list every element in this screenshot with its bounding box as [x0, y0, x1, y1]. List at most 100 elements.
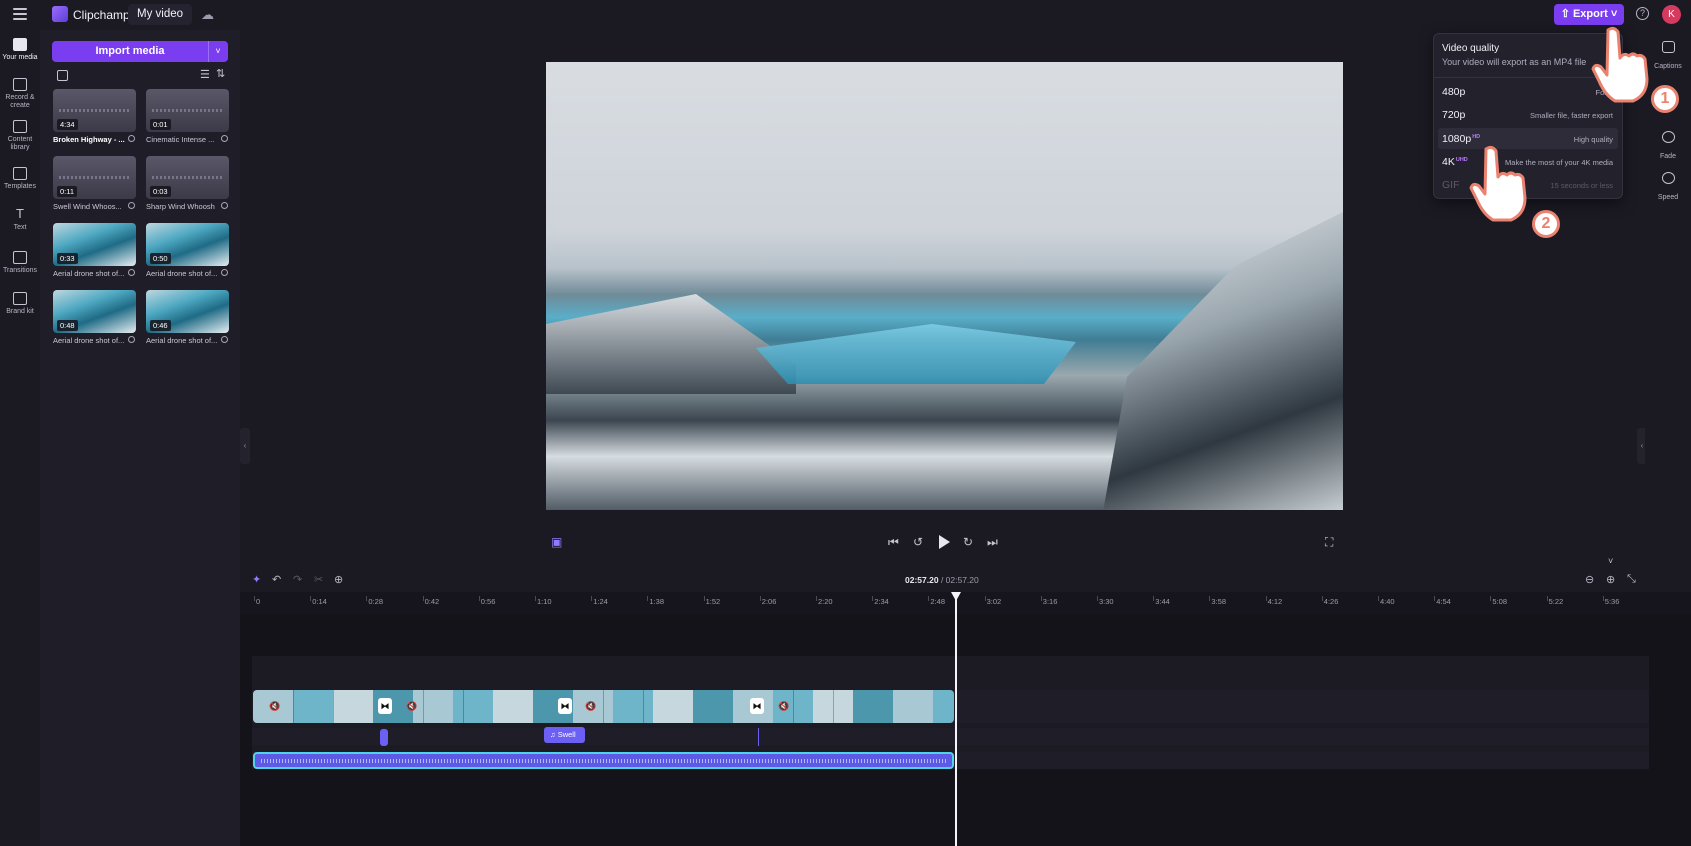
- media-item[interactable]: 0:48 Aerial drone shot of...: [53, 290, 136, 345]
- media-item[interactable]: 0:03 Sharp Wind Whoosh: [146, 156, 229, 211]
- ruler-tick: 0:56: [478, 596, 496, 606]
- playhead[interactable]: [955, 592, 957, 846]
- select-all-checkbox[interactable]: [57, 70, 68, 81]
- camera-icon: [13, 78, 27, 91]
- transition-icon[interactable]: ⧓: [378, 698, 392, 714]
- timeline-ruler[interactable]: 0 0:14 0:28 0:42 0:56 1:10 1:24 1:38 1:52 2:06 2:2…: [240, 592, 1691, 614]
- rail-item-label: Fade: [1660, 153, 1676, 160]
- help-icon[interactable]: ?: [1636, 7, 1649, 20]
- ruler-tick: 1:38: [647, 596, 664, 606]
- media-select-checkbox[interactable]: [128, 269, 135, 276]
- media-name: Swell Wind Whoos...: [53, 202, 122, 211]
- sound-effect-clip[interactable]: ♫ Swell: [544, 727, 585, 743]
- ruler-tick: 1:24: [591, 596, 608, 606]
- export-label: Export: [1572, 8, 1608, 20]
- audio-clip[interactable]: [253, 752, 954, 769]
- media-select-checkbox[interactable]: [128, 135, 135, 142]
- media-item[interactable]: 0:46 Aerial drone shot of...: [146, 290, 229, 345]
- preview-scenery: [756, 324, 1076, 384]
- media-item[interactable]: 0:50 Aerial drone shot of...: [146, 223, 229, 278]
- media-item[interactable]: 0:33 Aerial drone shot of...: [53, 223, 136, 278]
- sound-effect-clip[interactable]: [758, 728, 759, 746]
- rail-item-record-create[interactable]: Record & create: [0, 78, 40, 110]
- rail-item-content-library[interactable]: Content library: [0, 120, 40, 152]
- magic-icon[interactable]: ✦: [252, 573, 261, 586]
- top-bar: Clipchamp My video ☁ ⇧ Export ˅ ? K: [0, 0, 1691, 30]
- media-item[interactable]: 0:01 Cinematic Intense ...: [146, 89, 229, 144]
- rail-item-label: Speed: [1657, 194, 1679, 201]
- transition-icon[interactable]: ⧓: [558, 698, 572, 714]
- video-preview[interactable]: [546, 62, 1343, 510]
- rail-item-your-media[interactable]: Your media: [0, 38, 40, 62]
- rail-item-text[interactable]: T Text: [0, 207, 40, 232]
- collapse-left-panel-icon[interactable]: ‹: [240, 428, 250, 464]
- project-name-field[interactable]: My video: [128, 4, 193, 25]
- rail-item-brand-kit[interactable]: Brand kit: [0, 292, 40, 316]
- preview-scenery: [1103, 212, 1343, 510]
- split-icon: ✂: [314, 574, 324, 586]
- rail-item-fade[interactable]: Fade: [1645, 131, 1691, 163]
- mute-icon[interactable]: 🔇: [585, 701, 596, 712]
- video-clip[interactable]: 🔇 🔇 🔇 🔇: [253, 690, 954, 723]
- sort-icon[interactable]: ⇅: [216, 67, 225, 80]
- media-select-checkbox[interactable]: [128, 336, 135, 343]
- templates-icon: [13, 167, 27, 180]
- menu-icon[interactable]: [13, 8, 27, 20]
- media-select-checkbox[interactable]: [221, 202, 228, 209]
- ruler-tick: 5:36: [1602, 596, 1620, 606]
- media-select-checkbox[interactable]: [221, 269, 228, 276]
- rail-item-label: Brand kit: [6, 308, 34, 315]
- media-name: Aerial drone shot of...: [53, 336, 125, 345]
- mute-icon[interactable]: 🔇: [406, 701, 417, 712]
- play-icon[interactable]: [939, 535, 950, 549]
- rail-item-templates[interactable]: Templates: [0, 167, 40, 191]
- skip-forward-icon[interactable]: ⏭: [987, 535, 998, 550]
- filter-icon[interactable]: ☰: [200, 68, 210, 81]
- clip-frame-divider: [643, 690, 644, 723]
- fullscreen-icon[interactable]: ⛶: [1325, 535, 1333, 550]
- import-media-button[interactable]: Import media ˅: [52, 41, 228, 62]
- ruler-tick: 3:30: [1097, 596, 1114, 606]
- chevron-down-icon[interactable]: ˅: [208, 41, 228, 62]
- export-option-720p[interactable]: 720p Smaller file, faster export: [1438, 104, 1618, 125]
- skip-back-icon[interactable]: ⏮: [888, 535, 899, 550]
- forward-5s-icon[interactable]: ↻: [963, 535, 973, 549]
- export-button[interactable]: ⇧ Export ˅: [1554, 4, 1624, 25]
- add-to-timeline-icon[interactable]: ⊕: [334, 573, 343, 586]
- media-duration: 0:48: [57, 320, 78, 331]
- mute-icon[interactable]: 🔇: [269, 701, 280, 712]
- option-description: 15 seconds or less: [1550, 181, 1613, 190]
- cloud-sync-off-icon[interactable]: ☁: [201, 7, 214, 23]
- mute-icon[interactable]: 🔇: [778, 701, 789, 712]
- rewind-5s-icon[interactable]: ↺: [913, 535, 923, 549]
- undo-icon[interactable]: ↶: [272, 573, 281, 586]
- media-item[interactable]: 4:34 Broken Highway - ...: [53, 89, 136, 144]
- media-item[interactable]: 0:11 Swell Wind Whoos...: [53, 156, 136, 211]
- rail-item-transitions[interactable]: Transitions: [0, 251, 40, 275]
- ruler-tick: 1:52: [703, 596, 721, 606]
- zoom-in-icon[interactable]: ⊕: [1606, 573, 1615, 586]
- ruler-tick: 3:02: [984, 596, 1002, 606]
- media-select-checkbox[interactable]: [221, 135, 228, 142]
- media-duration: 4:34: [57, 119, 78, 130]
- media-name: Aerial drone shot of...: [53, 269, 125, 278]
- avatar[interactable]: K: [1662, 5, 1681, 24]
- transition-icon[interactable]: ⧓: [750, 698, 764, 714]
- media-select-checkbox[interactable]: [128, 202, 135, 209]
- step-badge: 2: [1532, 210, 1560, 238]
- media-select-checkbox[interactable]: [221, 336, 228, 343]
- ruler-tick: 0:28: [366, 596, 383, 606]
- zoom-out-icon[interactable]: ⊖: [1585, 573, 1594, 586]
- chevron-down-icon[interactable]: ˅: [1608, 556, 1613, 566]
- music-note-icon: ♫: [550, 730, 558, 739]
- sound-effect-clip[interactable]: [380, 729, 388, 746]
- fit-timeline-icon[interactable]: ⤡: [1627, 573, 1636, 586]
- media-duration: 0:50: [150, 253, 171, 264]
- magic-edit-icon[interactable]: ▣: [551, 535, 562, 549]
- rail-item-speed[interactable]: Speed: [1645, 172, 1691, 204]
- timecode: 02:57.20 / 02:57.20: [905, 575, 979, 585]
- media-duration: 0:46: [150, 320, 171, 331]
- clip-frame-divider: [833, 690, 834, 723]
- media-duration: 0:11: [57, 186, 78, 197]
- clip-frame-divider: [603, 690, 604, 723]
